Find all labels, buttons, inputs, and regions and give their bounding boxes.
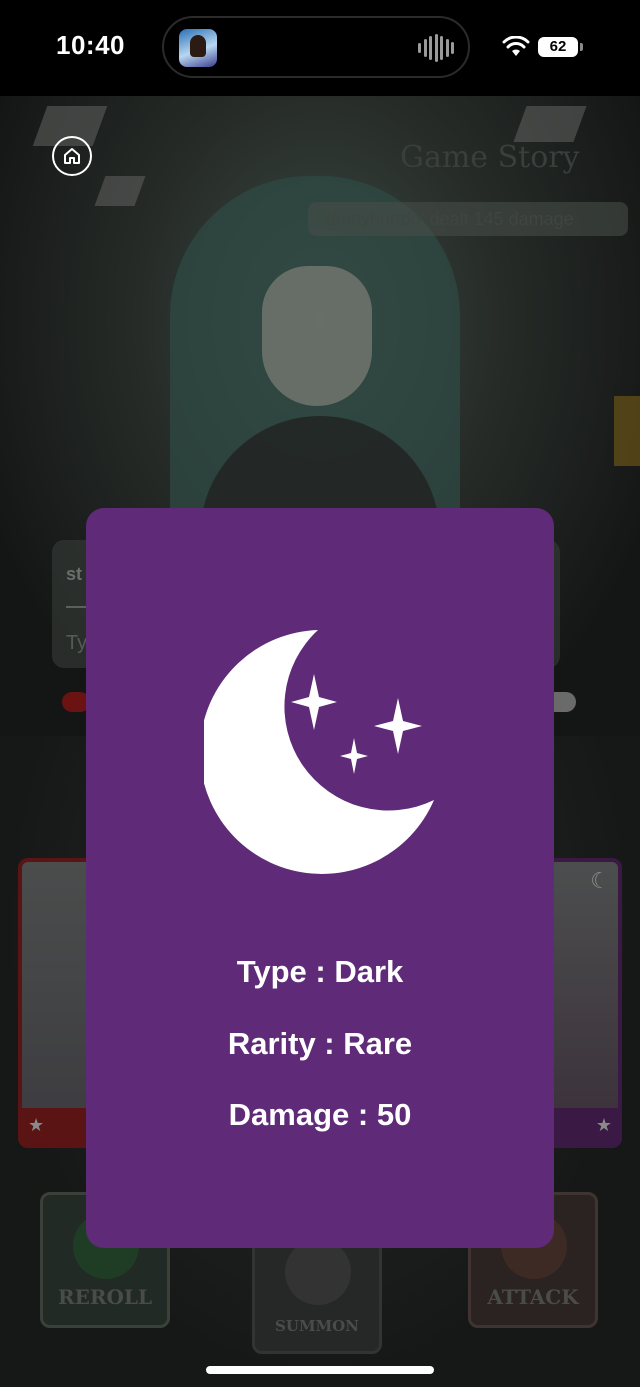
audio-wave-icon	[418, 34, 454, 62]
home-indicator[interactable]	[206, 1366, 434, 1374]
summon-label: SUMMON	[275, 1317, 359, 1335]
chat-username: st	[66, 564, 83, 584]
status-bar: 10:40 62	[0, 0, 640, 96]
summon-icon	[285, 1239, 351, 1305]
game-story-log: teanyhurtdo' dealt 145 damage	[308, 202, 628, 236]
wifi-icon	[502, 36, 530, 56]
card-detail-modal[interactable]: Type : Dark Rarity : Rare Damage : 50	[86, 508, 554, 1248]
lit-window	[614, 396, 640, 466]
story-log-text: teanyhurtdo' dealt 145 damage	[326, 209, 574, 229]
card-rarity: Rarity : Rare	[227, 1026, 413, 1061]
attack-label: ATTACK	[487, 1285, 579, 1309]
game-story-title: Game Story	[400, 140, 580, 175]
card-type: Type : Dark	[236, 954, 404, 989]
star-icon: ★	[28, 1115, 45, 1135]
star-icon: ★	[595, 1115, 612, 1135]
home-icon	[64, 148, 80, 164]
moon-stars-icon	[204, 630, 434, 874]
chat-input[interactable]: Ty	[66, 632, 87, 655]
status-time: 10:40	[56, 30, 125, 60]
card-damage: Damage : 50	[228, 1097, 412, 1132]
dynamic-island[interactable]	[162, 16, 470, 78]
home-button[interactable]	[52, 136, 92, 176]
app-icon	[179, 29, 217, 67]
reroll-label: REROLL	[57, 1285, 153, 1309]
moon-icon: ☾	[590, 868, 610, 893]
battery-indicator: 62	[538, 37, 583, 57]
